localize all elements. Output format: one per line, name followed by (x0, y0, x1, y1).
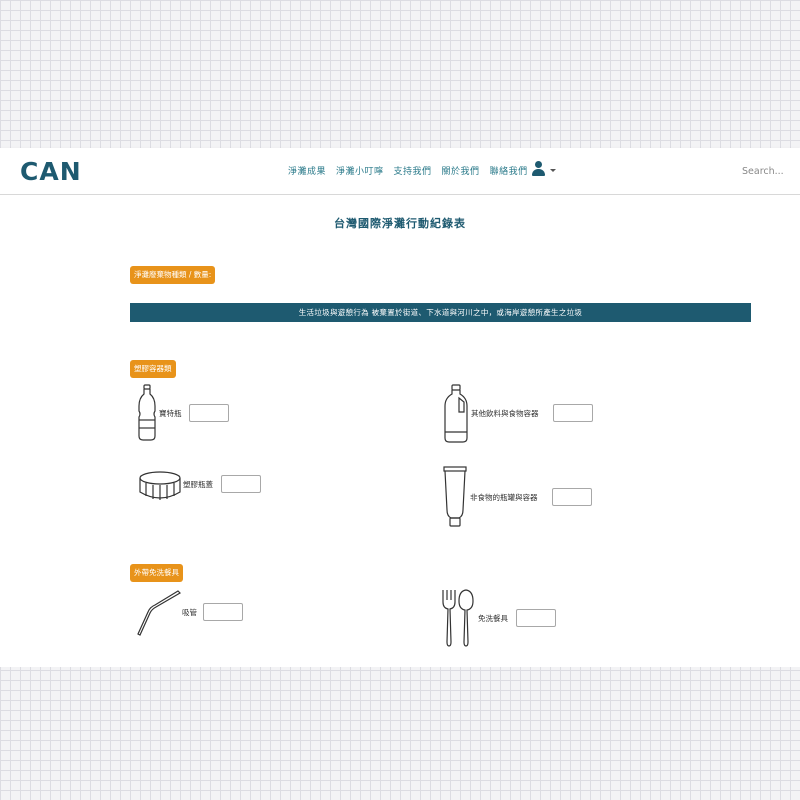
nav-link-contact[interactable]: 聯絡我們 (490, 164, 528, 177)
quantity-input-plastic-cap[interactable] (221, 475, 261, 493)
quantity-input-non-food[interactable] (552, 488, 592, 506)
nav-link-about[interactable]: 關於我們 (442, 164, 480, 177)
category-banner: 生活垃圾與遊憩行為 被棄置於街道、下水道與河川之中，或海岸遊憩所產生之垃圾 (130, 303, 751, 322)
tube-icon (443, 466, 467, 528)
nav-link-support[interactable]: 支持我們 (394, 164, 432, 177)
item-label-non-food: 非食物的瓶罐與容器 (470, 493, 538, 502)
nav-link-results[interactable]: 淨灘成果 (288, 164, 326, 177)
user-icon (535, 161, 542, 168)
main-content: 台灣國際淨灘行動紀錄表 淨灘廢棄物種類 / 數量: 生活垃圾與遊憩行為 被棄置於… (0, 195, 800, 667)
jug-icon (442, 384, 470, 444)
logo[interactable]: CAN (20, 157, 82, 186)
bottle-cap-icon (137, 470, 183, 504)
category-title-takeout: 外帶免洗餐具 (130, 564, 183, 582)
caret-down-icon (550, 169, 556, 172)
nav-link-tips[interactable]: 淨灘小叮嚀 (336, 164, 384, 177)
category-title-plastic-containers: 塑膠容器類 (130, 360, 176, 378)
quantity-input-pet-bottle[interactable] (189, 404, 229, 422)
user-menu[interactable] (530, 160, 558, 180)
plastic-bottle-icon (136, 384, 158, 442)
nav-links: 淨灘成果 淨灘小叮嚀 支持我們 關於我們 聯絡我們 (288, 164, 528, 177)
logo-text: CAN (20, 157, 82, 186)
item-label-straw: 吸管 (182, 608, 197, 617)
straw-icon (136, 589, 182, 639)
navbar: CAN 淨灘成果 淨灘小叮嚀 支持我們 關於我們 聯絡我們 (0, 148, 800, 195)
quantity-input-straw[interactable] (203, 603, 243, 621)
item-label-disposable-utensils: 免洗餐具 (478, 614, 508, 623)
fork-spoon-icon (440, 588, 476, 648)
page-title: 台灣國際淨灘行動紀錄表 (334, 217, 466, 230)
item-label-other-beverage: 其他飲料與食物容器 (471, 409, 539, 418)
quantity-input-disposable-utensils[interactable] (516, 609, 556, 627)
search-input[interactable] (740, 163, 800, 179)
item-label-pet-bottle: 寶特瓶 (159, 409, 182, 418)
section-header-waste-types: 淨灘廢棄物種類 / 數量: (130, 266, 216, 284)
user-icon-body (532, 169, 545, 176)
item-label-plastic-cap: 塑膠瓶蓋 (183, 480, 213, 489)
quantity-input-other-beverage[interactable] (553, 404, 593, 422)
